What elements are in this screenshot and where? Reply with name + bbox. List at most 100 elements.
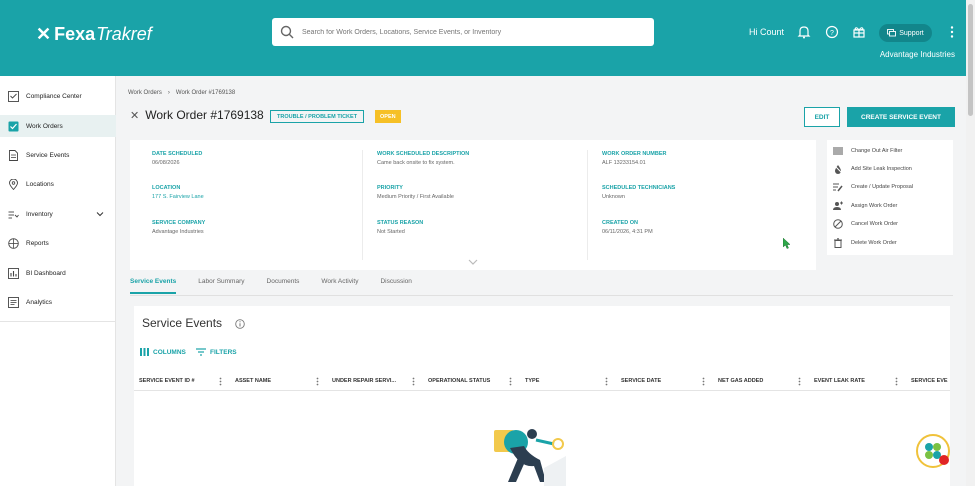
- map-pin-icon: [9, 178, 18, 190]
- column-header[interactable]: TYPE: [525, 378, 539, 384]
- action-delete-work-order[interactable]: Delete Work Order: [833, 236, 897, 250]
- field-value: Advantage Industries: [152, 229, 204, 235]
- field-value: Medium Priority / First Available: [377, 194, 454, 200]
- column-header[interactable]: NET GAS ADDED: [718, 378, 763, 384]
- sidebar-item-analytics[interactable]: Analytics: [0, 291, 116, 313]
- tab-work-activity[interactable]: Work Activity: [321, 278, 358, 294]
- sidebar-item-work-orders[interactable]: Work Orders: [0, 115, 116, 137]
- filter-icon: [833, 147, 843, 155]
- field-work-order-number: WORK ORDER NUMBER ALF 13233154.01: [602, 151, 666, 166]
- notification-dot: [939, 455, 949, 465]
- bar-chart-icon: [8, 267, 19, 279]
- tab-discussion[interactable]: Discussion: [380, 278, 411, 294]
- edit-list-icon: [833, 183, 843, 192]
- action-add-site-leak-inspection[interactable]: Add Site Leak Inspection: [833, 162, 912, 176]
- logo-mark-icon: ✕: [36, 24, 52, 44]
- column-menu-icon[interactable]: [316, 377, 319, 386]
- gift-icon[interactable]: [852, 25, 866, 39]
- field-created-on: CREATED ON 06/11/2026, 4:31 PM: [602, 220, 653, 235]
- mouse-cursor-icon: [783, 238, 791, 249]
- column-menu-icon[interactable]: [702, 377, 705, 386]
- field-label: PRIORITY: [377, 185, 403, 191]
- field-label: DATE SCHEDULED: [152, 151, 203, 157]
- work-order-details-card: DATE SCHEDULED 06/08/2026 LOCATION 177 S…: [130, 140, 816, 270]
- checkbox-icon: [8, 121, 19, 131]
- sidebar-item-inventory[interactable]: Inventory: [0, 203, 116, 225]
- field-value: Unknown: [602, 194, 625, 200]
- field-service-company: SERVICE COMPANY Advantage Industries: [152, 220, 205, 235]
- column-header[interactable]: UNDER REPAIR SERVI...: [332, 378, 396, 384]
- action-change-out-air-filter[interactable]: Change Out Air Filter: [833, 144, 902, 158]
- sidebar-item-reports[interactable]: Reports: [0, 232, 116, 254]
- empty-state-illustration: [494, 429, 566, 486]
- action-create-update-proposal[interactable]: Create / Update Proposal: [833, 180, 913, 194]
- field-value: Not Started: [377, 229, 405, 235]
- breadcrumb-current: Work Order #1769138: [175, 90, 236, 96]
- tab-labor-summary[interactable]: Labor Summary: [198, 278, 244, 294]
- page-title: Work Order #1769138: [145, 108, 264, 122]
- column-header[interactable]: SERVICE EVENT ID #: [139, 378, 195, 384]
- status-badge: OPEN: [375, 110, 401, 123]
- create-service-event-button[interactable]: CREATE SERVICE EVENT: [847, 107, 955, 127]
- info-icon[interactable]: [235, 319, 245, 329]
- close-icon[interactable]: ✕: [130, 109, 139, 122]
- column-header[interactable]: SERVICE DATE: [621, 378, 661, 384]
- global-search[interactable]: [272, 18, 654, 46]
- user-greeting[interactable]: Hi Count: [749, 27, 784, 37]
- trash-icon: [834, 238, 842, 248]
- app-logo[interactable]: ✕ Fexa Trakref: [36, 24, 152, 45]
- sidebar-divider: [0, 321, 116, 322]
- filter-lines-icon: [196, 348, 206, 356]
- filters-button[interactable]: FILTERS: [196, 348, 237, 356]
- sidebar-item-locations[interactable]: Locations: [0, 173, 116, 195]
- field-label: SCHEDULED TECHNICIANS: [602, 185, 676, 191]
- breadcrumb-separator-icon: ›: [167, 90, 170, 96]
- leak-icon: [833, 164, 843, 174]
- sidebar-item-label: Work Orders: [26, 122, 63, 130]
- column-menu-icon[interactable]: [605, 377, 608, 386]
- column-header[interactable]: ASSET NAME: [235, 378, 271, 384]
- field-priority: PRIORITY Medium Priority / First Availab…: [377, 185, 454, 200]
- column-header[interactable]: SERVICE EVE: [911, 378, 948, 384]
- sidebar-item-label: BI Dashboard: [26, 269, 66, 277]
- company-name[interactable]: Advantage Industries: [880, 50, 955, 59]
- chevron-down-icon[interactable]: [468, 258, 478, 266]
- scrollbar-thumb[interactable]: [968, 4, 973, 116]
- table-header-row: SERVICE EVENT ID # ASSET NAME UNDER REPA…: [134, 373, 950, 391]
- support-button[interactable]: Support: [879, 24, 932, 42]
- breadcrumb: Work Orders › Work Order #1769138: [128, 90, 235, 96]
- service-events-panel: Service Events COLUMNS FILTERS SERVICE E…: [134, 306, 950, 486]
- column-header[interactable]: OPERATIONAL STATUS: [428, 378, 490, 384]
- sidebar-item-bi-dashboard[interactable]: BI Dashboard: [0, 262, 116, 284]
- action-cancel-work-order[interactable]: Cancel Work Order: [833, 217, 898, 231]
- columns-button[interactable]: COLUMNS: [140, 348, 186, 356]
- edit-button[interactable]: EDIT: [804, 107, 840, 127]
- logo-fexa-text: Fexa: [54, 24, 96, 44]
- column-menu-icon[interactable]: [798, 377, 801, 386]
- column-menu-icon[interactable]: [219, 377, 222, 386]
- help-icon[interactable]: ?: [825, 25, 839, 39]
- action-assign-work-order[interactable]: Assign Work Order: [833, 199, 897, 213]
- breadcrumb-work-orders[interactable]: Work Orders: [128, 90, 162, 96]
- action-label: Change Out Air Filter: [851, 148, 903, 154]
- column-menu-icon[interactable]: [509, 377, 512, 386]
- search-input[interactable]: [302, 28, 632, 36]
- tab-service-events[interactable]: Service Events: [130, 278, 177, 294]
- sidebar-item-service-events[interactable]: Service Events: [0, 144, 116, 166]
- field-label: STATUS REASON: [377, 220, 424, 226]
- more-vertical-icon[interactable]: [948, 25, 956, 39]
- chevron-down-icon[interactable]: [96, 210, 104, 218]
- bell-icon[interactable]: [797, 25, 811, 39]
- column-header[interactable]: EVENT LEAK RATE: [814, 378, 865, 384]
- logo-trakref-text: Trakref: [96, 24, 152, 44]
- field-label: SERVICE COMPANY: [152, 220, 206, 226]
- action-label: Delete Work Order: [851, 240, 897, 246]
- column-menu-icon[interactable]: [895, 377, 898, 386]
- tab-documents[interactable]: Documents: [267, 278, 300, 294]
- sidebar-item-compliance-center[interactable]: Compliance Center: [0, 85, 116, 107]
- field-work-description: WORK SCHEDULED DESCRIPTION Came back ons…: [377, 151, 469, 166]
- sidebar-item-label: Service Events: [26, 151, 70, 159]
- support-label: Support: [899, 29, 924, 37]
- column-menu-icon[interactable]: [412, 377, 415, 386]
- location-link[interactable]: 177 S. Fairview Lane: [152, 194, 204, 200]
